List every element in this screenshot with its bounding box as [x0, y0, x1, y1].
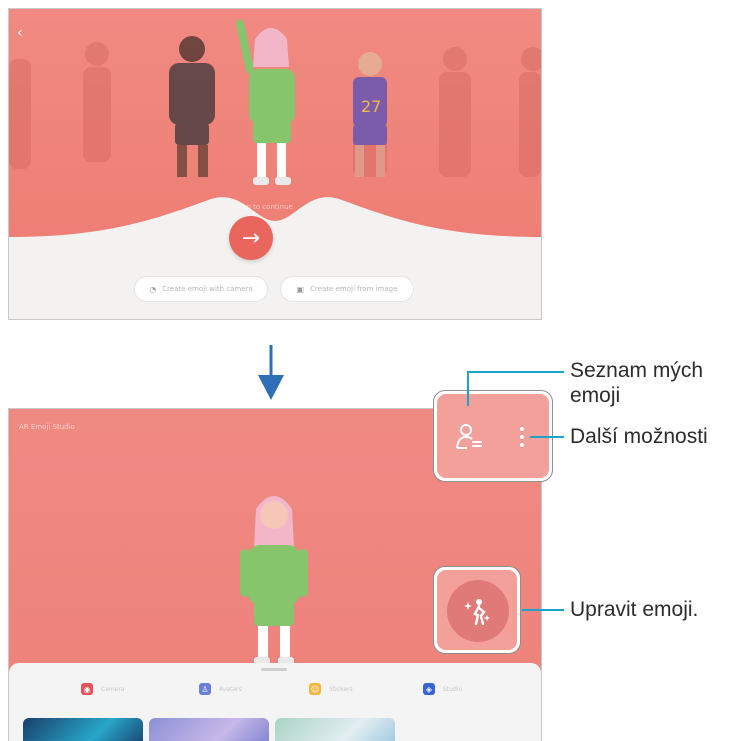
tab-avatars[interactable]: ♙ Avatars	[199, 681, 242, 697]
more-options-icon[interactable]	[520, 427, 526, 447]
next-button[interactable]: →	[229, 216, 273, 260]
label-line-2: emoji	[570, 384, 621, 407]
thumbnail-2[interactable]	[149, 718, 269, 741]
person-sparkle-icon	[464, 599, 490, 626]
arrow-right-icon: →	[241, 225, 261, 251]
create-with-camera-button[interactable]: ◔ Create emoji with camera	[135, 277, 267, 301]
svg-text:27: 27	[361, 97, 381, 116]
sticker-icon: ☺	[309, 683, 321, 695]
tab-label: Camera	[101, 685, 125, 693]
studio-icon: ◈	[423, 683, 435, 695]
thumbnail-3[interactable]	[275, 718, 395, 741]
create-from-image-label: Create emoji from image	[310, 285, 398, 293]
thumbnail-1[interactable]	[23, 718, 143, 741]
hint-text: Tap to continue	[239, 203, 293, 211]
screen-title: AR Emoji Studio	[19, 423, 75, 431]
down-arrow-icon	[258, 345, 284, 400]
avatar-carousel: 27	[9, 19, 541, 185]
tab-label: Avatars	[219, 685, 242, 693]
leader-line-edit	[522, 609, 564, 611]
tab-studio[interactable]: ◈ Studio	[423, 681, 462, 697]
tab-label: Studio	[443, 685, 463, 693]
camera-icon: ◔	[149, 284, 157, 294]
tab-camera[interactable]: ◉ Camera	[81, 681, 125, 697]
create-from-image-button[interactable]: ▣ Create emoji from image	[281, 277, 413, 301]
sheet-handle[interactable]	[261, 668, 287, 671]
leader-line-more	[530, 436, 564, 438]
tab-stickers[interactable]: ☺ Stickers	[309, 681, 353, 697]
leader-line-list-vertical	[467, 372, 469, 406]
label-line-1: Seznam mých	[570, 359, 704, 382]
label-edit-emoji: Upravit emoji.	[570, 598, 699, 621]
edit-emoji-button[interactable]	[447, 580, 509, 642]
bottom-sheet[interactable]: ◉ Camera ♙ Avatars ☺ Stickers ◈ Studio	[9, 663, 541, 741]
avatar-icon: ♙	[199, 683, 211, 695]
callout-edit-button	[433, 566, 521, 654]
image-icon: ▣	[296, 284, 305, 294]
camera-icon: ◉	[81, 683, 93, 695]
label-my-emoji-list: Seznam mých emoji	[570, 358, 703, 408]
emoji-intro-screen: ‹ 27 Tap to continue → ◔ Create emoji wi…	[8, 8, 542, 320]
create-with-camera-label: Create emoji with camera	[162, 285, 253, 293]
callout-edit-inner	[437, 570, 517, 650]
avatar-figure	[240, 496, 308, 665]
leader-line-list	[467, 371, 564, 373]
my-emoji-list-icon[interactable]	[455, 422, 485, 452]
tab-label: Stickers	[329, 685, 353, 693]
label-more-options: Další možnosti	[570, 425, 708, 448]
